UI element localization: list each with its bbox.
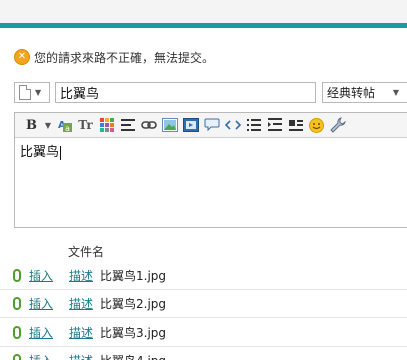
filename-column-header: 文件名 xyxy=(68,245,105,259)
subject-input[interactable] xyxy=(55,82,316,103)
link-icon[interactable] xyxy=(140,117,157,134)
media-icon[interactable] xyxy=(182,117,199,134)
paperclip-icon xyxy=(13,354,21,360)
font-color-icon[interactable]: Aa xyxy=(56,117,73,134)
insert-link[interactable]: 插入 xyxy=(29,352,53,360)
font-size-icon[interactable]: Tr xyxy=(77,117,94,134)
editor: B ▼ Aa Tr 比翼鸟 xyxy=(14,112,407,228)
image-icon[interactable] xyxy=(161,117,178,134)
describe-link[interactable]: 描述 xyxy=(69,352,93,360)
align-icon[interactable] xyxy=(119,117,136,134)
list-icon[interactable] xyxy=(245,117,262,134)
file-name: 比翼鸟2.jpg xyxy=(100,297,167,311)
file-name: 比翼鸟3.jpg xyxy=(100,326,167,340)
paperclip-icon xyxy=(13,326,21,339)
describe-link[interactable]: 描述 xyxy=(69,295,93,312)
chevron-down-icon: ▼ xyxy=(392,88,399,97)
document-icon xyxy=(19,85,31,100)
error-alert: ✕ 您的請求來路不正確，無法提交。 xyxy=(14,48,214,66)
code-icon[interactable] xyxy=(224,117,241,134)
post-type-select[interactable]: ▼ xyxy=(14,82,50,103)
file-name: 比翼鸟1.jpg xyxy=(100,269,167,283)
insert-link[interactable]: 插入 xyxy=(29,267,53,284)
paperclip-icon xyxy=(13,269,21,282)
quote-icon[interactable] xyxy=(203,117,220,134)
format-select-value: 经典转帖 xyxy=(327,86,376,100)
text-cursor xyxy=(60,145,62,160)
attachment-row: 插入 描述 比翼鸟1.jpg xyxy=(0,262,407,290)
format-select[interactable]: 经典转帖 ▼ xyxy=(322,82,407,103)
attachment-row: 插入 描述 比翼鸟4.jpg xyxy=(0,347,407,360)
describe-link[interactable]: 描述 xyxy=(69,267,93,284)
wrench-icon[interactable] xyxy=(329,117,346,134)
insert-link[interactable]: 插入 xyxy=(29,295,53,312)
editor-toolbar: B ▼ Aa Tr xyxy=(15,113,407,138)
chevron-down-icon: ▼ xyxy=(35,88,42,97)
indent-icon[interactable] xyxy=(266,117,283,134)
svg-text:a: a xyxy=(65,124,70,133)
error-icon: ✕ xyxy=(14,49,30,65)
paperclip-icon xyxy=(13,297,21,310)
color-grid-icon[interactable] xyxy=(98,117,115,134)
file-name: 比翼鸟4.jpg xyxy=(100,352,166,360)
chevron-down-icon[interactable]: ▼ xyxy=(44,117,52,134)
attachment-row: 插入 描述 比翼鸟3.jpg xyxy=(0,319,407,347)
bold-icon[interactable]: B xyxy=(23,117,40,134)
editor-content[interactable]: 比翼鸟 xyxy=(15,138,407,228)
editor-text: 比翼鸟 xyxy=(20,145,60,160)
alert-text: 您的請求來路不正確，無法提交。 xyxy=(34,50,215,65)
top-bar xyxy=(0,0,407,28)
smiley-icon[interactable] xyxy=(308,117,325,134)
attachment-row: 插入 描述 比翼鸟2.jpg xyxy=(0,290,407,318)
float-icon[interactable] xyxy=(287,117,304,134)
insert-link[interactable]: 插入 xyxy=(29,324,53,341)
describe-link[interactable]: 描述 xyxy=(69,324,93,341)
